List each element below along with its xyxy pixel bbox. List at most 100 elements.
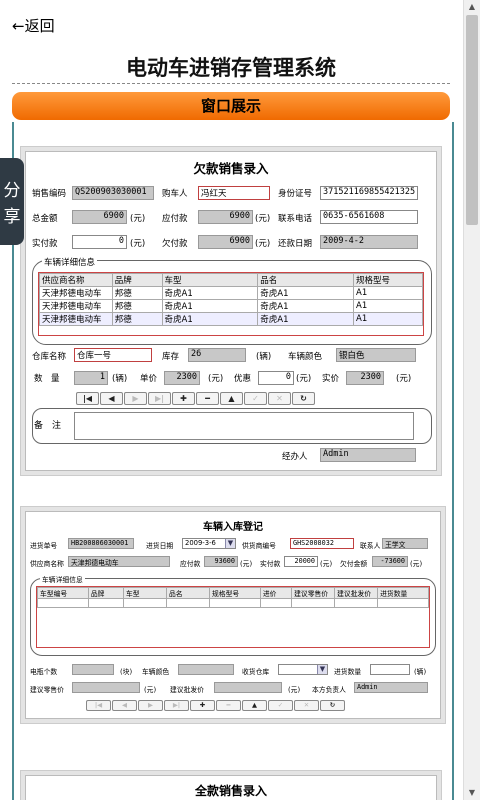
label: 总金额 <box>32 214 58 224</box>
scroll-up-icon[interactable]: ▲ <box>464 0 480 14</box>
label: 电瓶个数 <box>30 668 58 676</box>
table-row[interactable]: 天津邦德电动车 邦德 奇虎A1 奇虎A1 A1 <box>39 299 423 313</box>
form-title: 车辆入库登记 <box>203 522 263 533</box>
warehouse-field[interactable]: 仓库一号 <box>74 348 152 362</box>
column-header: 规格型号 <box>353 273 423 287</box>
battery-count-field <box>72 664 114 675</box>
add-record-button[interactable]: ✚ <box>190 700 215 711</box>
label: 销售编码 <box>32 189 67 199</box>
table-cell: 奇虎A1 <box>257 286 355 300</box>
label: 购车人 <box>162 189 188 199</box>
column-header: 品名 <box>257 273 355 287</box>
delete-record-button[interactable]: ━ <box>216 700 241 711</box>
table-row[interactable]: 天津邦德电动车 邦德 奇虎A1 奇虎A1 A1 <box>39 286 423 300</box>
form-title: 全款销售录入 <box>194 784 267 798</box>
label: 供货商编号 <box>242 542 276 550</box>
label: 应付款 <box>162 214 188 224</box>
edit-record-button[interactable]: ▲ <box>242 700 267 711</box>
last-record-button[interactable]: ▶| <box>164 700 189 711</box>
owner-field: Admin <box>354 682 428 693</box>
table-row[interactable]: 天津邦德电动车 邦德 奇虎A1 奇虎A1 A1 <box>39 312 423 326</box>
stock-field: 26 <box>188 348 246 362</box>
label: 本方负责人 <box>312 686 346 694</box>
phone-field[interactable]: 0635-6561608 <box>320 210 418 224</box>
next-record-button[interactable]: ▶ <box>124 392 147 405</box>
supplier-name-field: 天津邦德电动车 <box>68 556 170 567</box>
scroll-down-icon[interactable]: ▼ <box>464 786 480 800</box>
delete-record-button[interactable]: ━ <box>196 392 219 405</box>
first-record-button[interactable]: |◀ <box>76 392 99 405</box>
back-label: 返回 <box>24 17 55 35</box>
column-header: 品牌 <box>111 273 163 287</box>
scrollbar[interactable]: ▲ ▼ <box>463 0 480 800</box>
label: 仓库名称 <box>32 352 67 362</box>
table-row[interactable] <box>37 598 429 608</box>
refresh-button[interactable]: ↻ <box>292 392 315 405</box>
label: 备 注 <box>34 421 62 431</box>
discount-field[interactable]: 0 <box>258 371 294 385</box>
cancel-record-button[interactable]: ✕ <box>268 392 291 405</box>
stock-in-date-select[interactable]: 2009-3-6 ▼ <box>182 538 236 549</box>
price-field: 2300 <box>164 371 200 385</box>
label: 身份证号 <box>278 189 313 199</box>
contact-field: 王学文 <box>382 538 428 549</box>
label: 车辆颜色 <box>288 352 323 362</box>
next-record-button[interactable]: ▶ <box>138 700 163 711</box>
screenshot-vehicle-stock-in: 车辆入库登记 进货单号 HB200806030001 进货日期 2009-3-6… <box>25 511 441 719</box>
table-cell: 奇虎A1 <box>161 312 259 326</box>
screenshot-owed-sales: 欠款销售录入 销售编码 QS200903030001 购车人 冯红天 身份证号 … <box>25 151 437 471</box>
column-header: 供应商名称 <box>39 273 113 287</box>
refresh-button[interactable]: ↻ <box>320 700 345 711</box>
unit: (元) <box>288 686 301 694</box>
table-cell: A1 <box>353 299 423 313</box>
buyer-field[interactable]: 冯红天 <box>198 186 270 200</box>
scrollbar-thumb[interactable] <box>466 15 478 225</box>
last-record-button[interactable]: ▶| <box>148 392 171 405</box>
paid-field[interactable]: 20000 <box>284 556 318 567</box>
column-header: 进货数量 <box>377 587 429 599</box>
first-record-button[interactable]: |◀ <box>86 700 111 711</box>
unit: (辆) <box>414 668 427 676</box>
stock-in-number-field: HB200806030001 <box>68 538 134 549</box>
group-caption: 车辆详细信息 <box>42 256 98 268</box>
unit: (元) <box>255 239 271 249</box>
label: 应付款 <box>180 560 201 568</box>
label: 实付款 <box>32 239 58 249</box>
prev-record-button[interactable]: ◀ <box>112 700 137 711</box>
share-label: 分享 <box>3 181 21 227</box>
unit: (元) <box>296 374 312 384</box>
id-number-field[interactable]: 371521169855421325 <box>320 186 418 200</box>
color-field <box>178 664 234 675</box>
table-header: 供应商名称 品牌 车型 品名 规格型号 <box>39 273 423 287</box>
column-header: 车型 <box>123 587 168 599</box>
group-caption: 车辆详细信息 <box>40 574 85 584</box>
unit: (元) <box>208 374 224 384</box>
post-record-button[interactable]: ✓ <box>244 392 267 405</box>
column-header: 品牌 <box>87 587 125 599</box>
post-record-button[interactable]: ✓ <box>268 700 293 711</box>
remark-field[interactable] <box>74 412 414 440</box>
label: 联系电话 <box>278 214 313 224</box>
section-button[interactable]: 窗口展示 <box>12 92 450 120</box>
page-title: 电动车进销存管理系统 <box>126 56 336 80</box>
cancel-record-button[interactable]: ✕ <box>294 700 319 711</box>
unit: (辆) <box>256 352 272 362</box>
paid-field[interactable]: 0 <box>72 235 127 249</box>
warehouse-select[interactable]: ▼ <box>278 664 328 675</box>
repay-date-field: 2009-4-2 <box>320 235 418 249</box>
quantity-field[interactable] <box>370 664 410 675</box>
record-navigator: |◀ ◀ ▶ ▶| ✚ ━ ▲ ✓ ✕ ↻ <box>76 392 316 405</box>
share-button[interactable]: 分享 <box>0 158 24 245</box>
supplier-number-field[interactable]: GHS2008032 <box>290 538 354 549</box>
form-title: 欠款销售录入 <box>193 161 269 176</box>
owed-field: -73600 <box>372 556 408 567</box>
column-header: 建议批发价 <box>334 587 379 599</box>
add-record-button[interactable]: ✚ <box>172 392 195 405</box>
unit: (元) <box>130 239 146 249</box>
back-link[interactable]: ←返回 <box>12 15 55 36</box>
label: 经办人 <box>282 452 308 462</box>
prev-record-button[interactable]: ◀ <box>100 392 123 405</box>
owed-field: 6900 <box>198 235 253 249</box>
edit-record-button[interactable]: ▲ <box>220 392 243 405</box>
table-header: 车型编号 品牌 车型 品名 规格型号 进价 建议零售价 建议批发价 进货数量 <box>37 587 429 599</box>
